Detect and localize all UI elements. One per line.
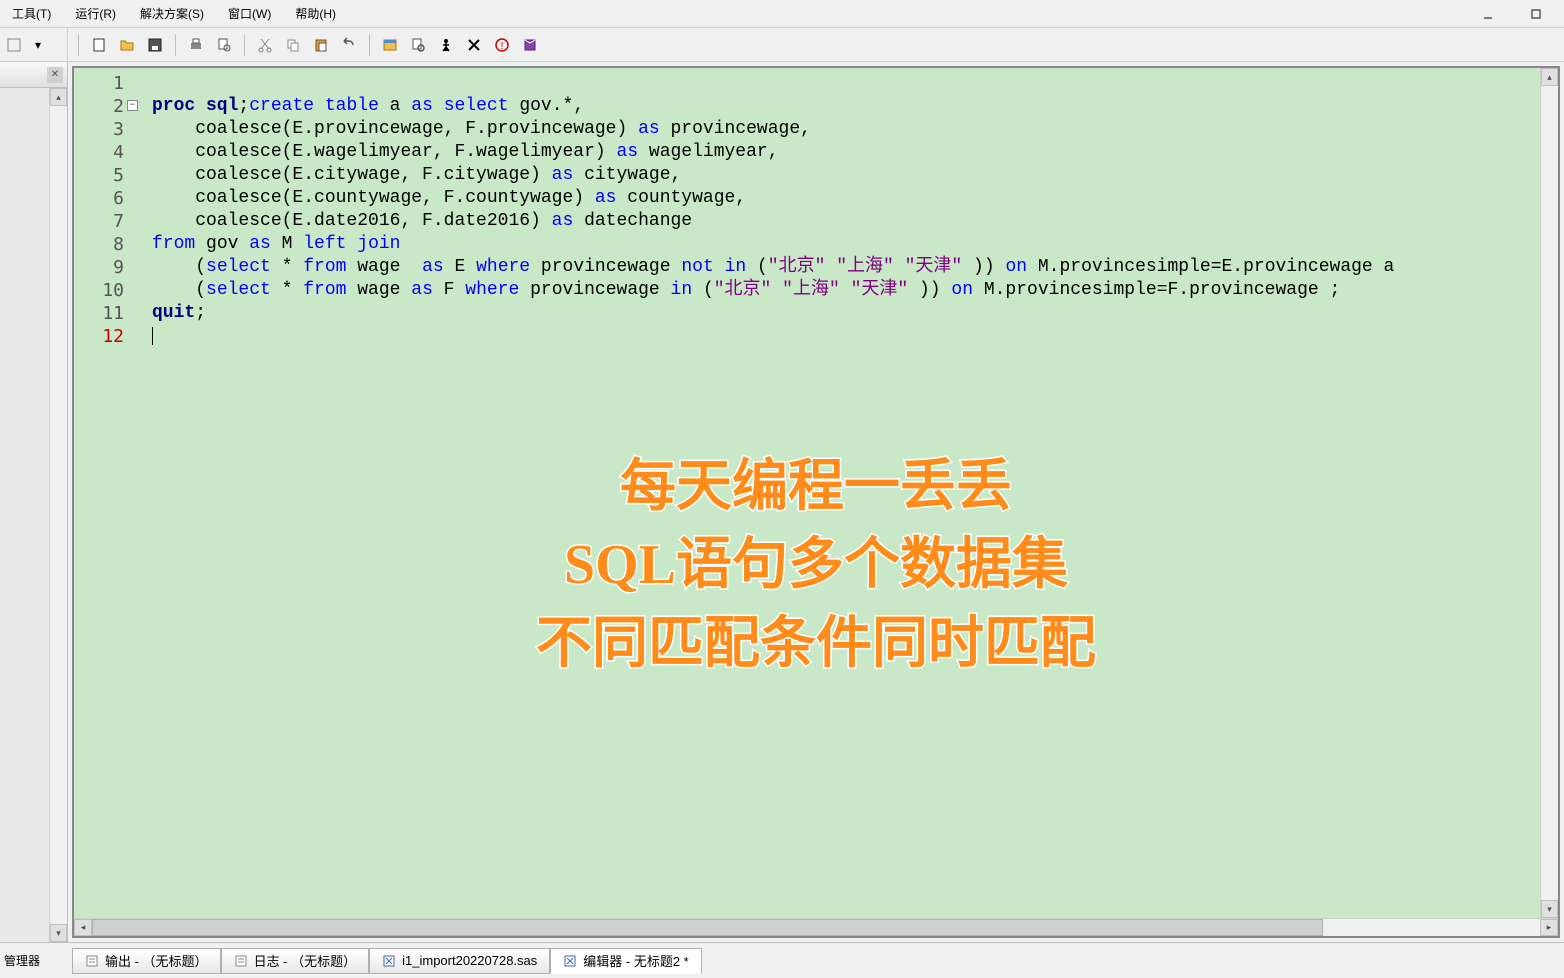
panel-close-icon[interactable]: ✕ [47,67,63,83]
toolbar: ▾ ! [0,28,1564,62]
menubar: 工具(T) 运行(R) 解决方案(S) 窗口(W) 帮助(H) [0,0,1564,28]
side-label: 管理器 [4,952,72,969]
dropdown-arrow-icon[interactable]: ▾ [28,35,48,55]
open-folder-icon[interactable] [117,35,137,55]
scroll-up-icon[interactable]: ▴ [50,88,67,106]
scroll-left-icon[interactable]: ◂ [74,919,92,936]
info-icon[interactable]: ! [492,35,512,55]
sas-file-icon [382,954,396,968]
log-doc-icon [234,954,248,968]
dropdown-icon[interactable] [4,35,24,55]
minimize-button[interactable] [1468,4,1508,24]
menu-run[interactable]: 运行(R) [71,3,120,24]
menu-solution[interactable]: 解决方案(S) [136,3,208,24]
svg-text:!: ! [501,41,504,52]
tab-label: 日志 - （无标题） [254,951,357,970]
copy-icon[interactable] [283,35,303,55]
tab-label: 输出 - （无标题） [105,951,208,970]
side-panel: ✕ ▴ ▾ [0,62,68,942]
tab-import-file[interactable]: i1_import20220728.sas [369,948,550,974]
scroll-down-icon[interactable]: ▾ [50,924,67,942]
editor-vscrollbar[interactable]: ▴ ▾ [1540,68,1558,918]
tab-output[interactable]: 输出 - （无标题） [72,948,221,974]
tab-log[interactable]: 日志 - （无标题） [221,948,370,974]
save-icon[interactable] [145,35,165,55]
new-file-icon[interactable] [89,35,109,55]
search-doc-icon[interactable] [408,35,428,55]
tab-editor-active[interactable]: 编辑器 - 无标题2 * [550,948,701,974]
menu-tools[interactable]: 工具(T) [8,3,55,24]
scroll-up-icon[interactable]: ▴ [1541,68,1558,86]
explorer-icon[interactable] [380,35,400,55]
cut-icon[interactable] [255,35,275,55]
editor-hscrollbar[interactable]: ◂ ▸ [74,918,1558,936]
stop-x-icon[interactable] [464,35,484,55]
paste-icon[interactable] [311,35,331,55]
run-man-icon[interactable] [436,35,456,55]
undo-icon[interactable] [339,35,359,55]
print-preview-icon[interactable] [214,35,234,55]
line-gutter: 12−3456789101112 [74,68,132,918]
editor-window: 12−3456789101112 proc sql;create table a… [72,66,1560,938]
menu-help[interactable]: 帮助(H) [291,3,340,24]
scroll-right-icon[interactable]: ▸ [1540,919,1558,936]
hscroll-thumb[interactable] [92,919,1323,936]
document-tabs: 管理器 输出 - （无标题） 日志 - （无标题） i1_import20220… [0,942,1564,978]
sas-file-icon [563,954,577,968]
scroll-down-icon[interactable]: ▾ [1541,900,1558,918]
tab-label: 编辑器 - 无标题2 * [583,951,688,970]
maximize-button[interactable] [1516,4,1556,24]
output-doc-icon [85,954,99,968]
panel-vscrollbar[interactable]: ▴ ▾ [49,88,67,942]
help-book-icon[interactable] [520,35,540,55]
tab-label: i1_import20220728.sas [402,953,537,968]
print-icon[interactable] [186,35,206,55]
code-editor[interactable]: proc sql;create table a as select gov.*,… [132,68,1540,918]
menu-window[interactable]: 窗口(W) [224,3,275,24]
